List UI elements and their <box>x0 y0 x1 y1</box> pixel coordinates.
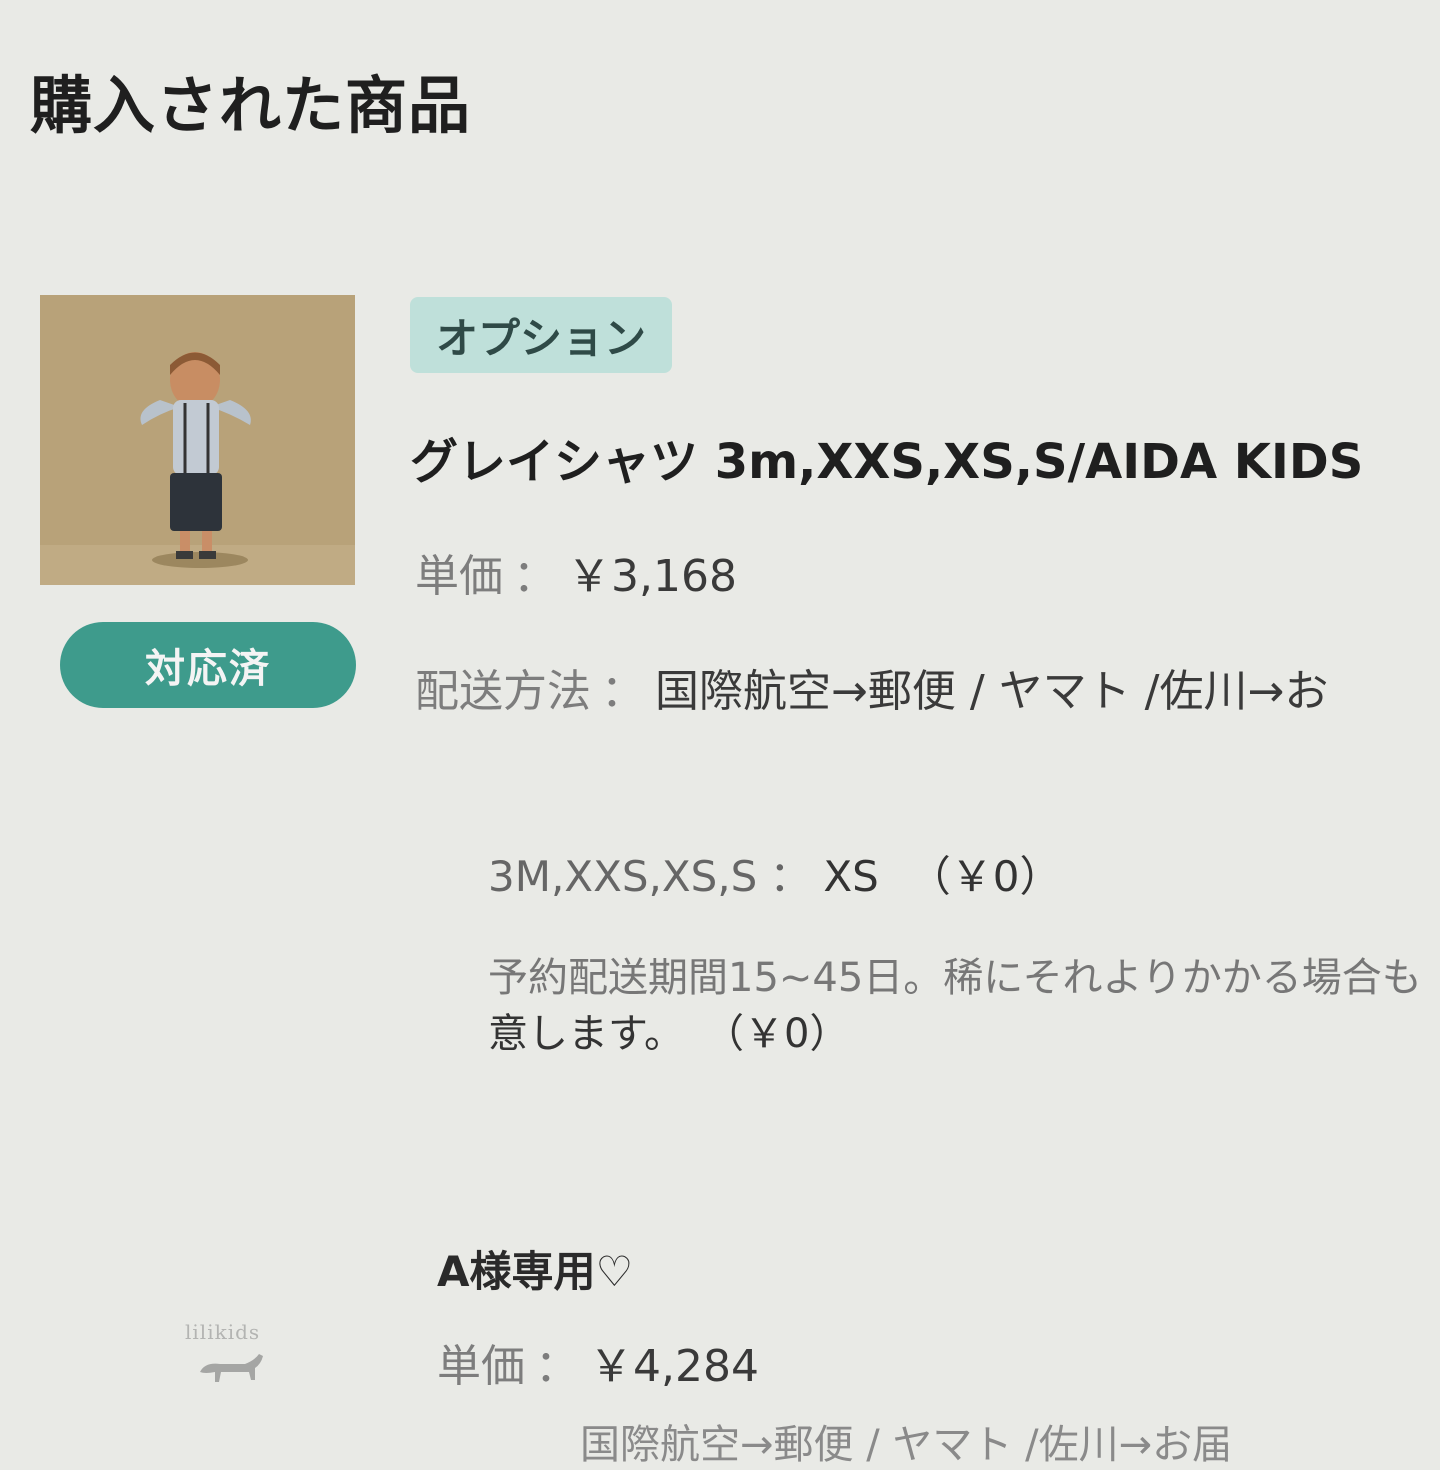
delivery-note: 予約配送期間15~45日。稀にそれよりかかる場合も 意します。 （￥0） <box>488 950 1440 1062</box>
shipping-separator: ： <box>601 666 645 717</box>
unit-price-label: 単価 <box>415 551 503 602</box>
shipping-value-2: 国際航空→郵便 / ヤマト /佐川→お届 <box>580 1422 1233 1468</box>
unit-price-row-2: 単価： ￥4,284 <box>437 1330 759 1394</box>
unit-price-label-2: 単価 <box>437 1341 525 1392</box>
page-title: 購入された商品 <box>30 69 472 142</box>
option-size-line: 3M,XXS,XS,S： XS （￥0） <box>488 843 1062 904</box>
option-size-label: 3M,XXS,XS,S <box>488 852 758 901</box>
delivery-note-text: 予約配送期間15~45日。稀にそれよりかかる場合も <box>488 955 1422 1001</box>
shipping-label: 配送方法 <box>415 666 591 717</box>
delivery-note-end-line: 意します。 （￥0） <box>488 1006 1440 1062</box>
option-size-value: XS <box>823 852 879 901</box>
status-badge[interactable]: 対応済 <box>60 622 356 708</box>
shipping-row: 配送方法：国際航空→郵便 / ヤマト /佐川→お <box>415 655 1328 719</box>
brand-logo[interactable]: lilikids <box>185 1320 295 1410</box>
delivery-note-end: 意します。 <box>488 1011 684 1057</box>
shipping-value: 国際航空→郵便 / ヤマト /佐川→お <box>655 666 1329 717</box>
product-title[interactable]: グレイシャツ 3m,XXS,XS,S/AIDA KIDS <box>410 422 1363 492</box>
brand-logo-dog-icon <box>200 1354 263 1382</box>
delivery-note-price: （￥0） <box>724 1011 850 1057</box>
option-tag: オプション <box>410 297 673 373</box>
option-size-separator: ： <box>769 852 812 901</box>
unit-price-value-2: ￥4,284 <box>589 1341 759 1392</box>
product-photo-child-icon <box>40 295 355 585</box>
product-title-2[interactable]: A様専用♡ <box>437 1238 633 1299</box>
product-thumbnail[interactable] <box>40 295 355 585</box>
unit-price-separator-2: ： <box>535 1341 579 1392</box>
brand-logo-text: lilikids <box>185 1320 261 1344</box>
unit-price-separator: ： <box>513 551 557 602</box>
option-size-price: （￥0） <box>908 852 1062 901</box>
unit-price-row: 単価： ￥3,168 <box>415 540 737 604</box>
unit-price-value: ￥3,168 <box>567 551 737 602</box>
